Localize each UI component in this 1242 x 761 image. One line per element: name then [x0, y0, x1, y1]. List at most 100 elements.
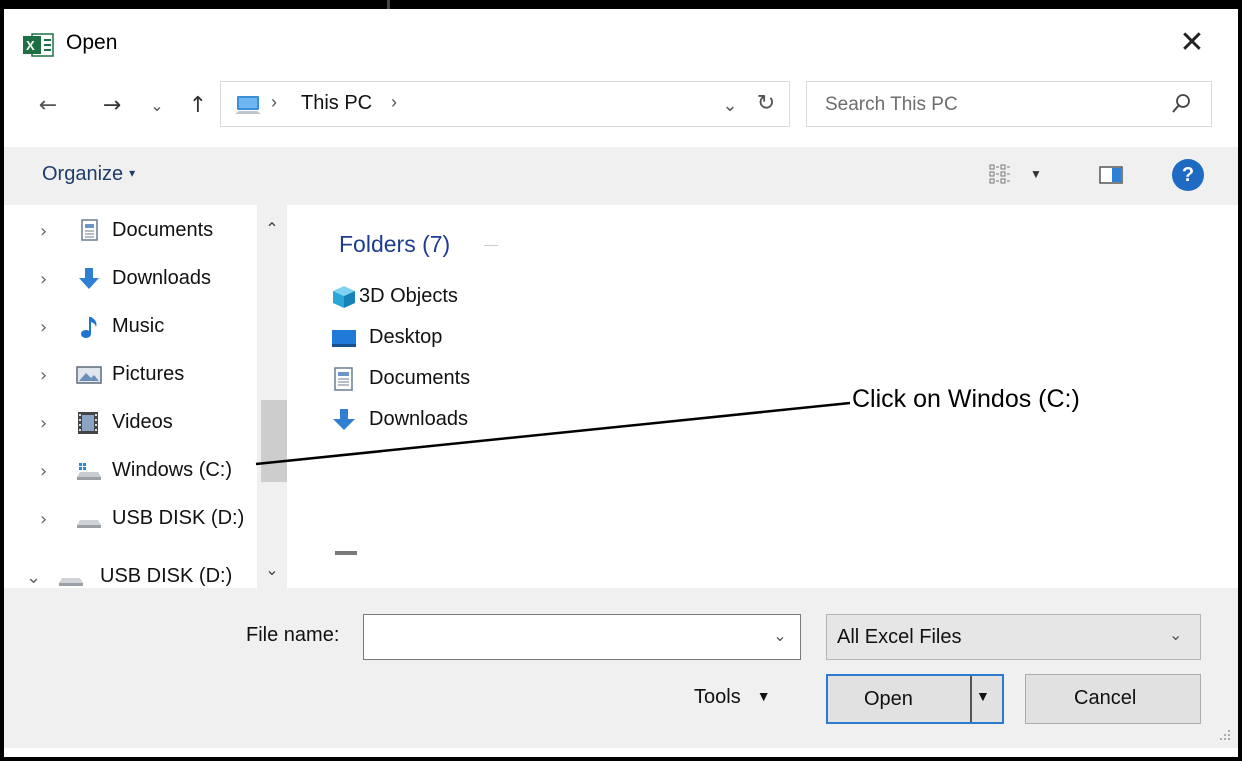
file-type-select[interactable]: All Excel Files ⌄ [826, 614, 1201, 660]
3d-objects-icon [333, 286, 355, 308]
up-button[interactable]: ↑ [183, 88, 213, 124]
forward-button[interactable]: → [97, 88, 127, 124]
breadcrumb-this-pc[interactable]: This PC [301, 92, 372, 115]
split-divider [970, 676, 972, 722]
sidebar-item-usb-disk-d[interactable]: › USB DISK (D:) [4, 499, 254, 539]
svg-text:X: X [26, 38, 35, 53]
folder-documents[interactable]: Documents [331, 363, 551, 395]
dialog-footer: File name: ⌄ All Excel Files ⌄ Tools ▼ Op… [4, 588, 1238, 748]
group-divider [484, 245, 498, 246]
sidebar-item-label: Downloads [112, 267, 211, 289]
organize-caret-icon: ▾ [129, 166, 136, 180]
tools-button[interactable]: Tools ▼ [694, 686, 771, 709]
pictures-icon [76, 366, 102, 384]
recent-locations-button[interactable]: ⌄ [142, 88, 172, 124]
annotation-label: Click on Windos (C:) [852, 385, 1080, 413]
collapse-chevron-icon[interactable]: ⌄ [26, 567, 41, 588]
sidebar-item-label: Windows (C:) [112, 459, 233, 481]
scroll-down-button[interactable]: ⌄ [257, 560, 287, 580]
organize-label: Organize [42, 163, 124, 185]
preview-pane-icon[interactable] [1099, 165, 1123, 185]
navigation-pane: › Documents › Downloads › Music › Pictur… [4, 205, 287, 588]
file-name-input[interactable] [372, 623, 756, 653]
expand-chevron-icon[interactable]: › [40, 461, 52, 482]
background-strip [387, 0, 390, 9]
address-dropdown-button[interactable]: ⌄ [719, 90, 741, 120]
usb-drive-icon [59, 578, 83, 586]
sidebar-item-pictures[interactable]: › Pictures [4, 355, 254, 395]
folder-3d-objects[interactable]: 3D Objects [331, 281, 551, 313]
file-item-label: 3D Objects [359, 285, 458, 307]
file-type-value: All Excel Files [837, 626, 962, 648]
view-dropdown-button[interactable]: ▼ [1030, 167, 1042, 181]
sidebar-item-label: Pictures [112, 363, 185, 385]
help-button[interactable]: ? [1172, 159, 1204, 191]
file-name-combobox[interactable]: ⌄ [363, 614, 801, 660]
window-title: Open [66, 31, 118, 54]
close-button[interactable]: ✕ [1170, 23, 1214, 63]
expand-chevron-icon[interactable]: › [40, 269, 52, 290]
downloads-icon [333, 409, 355, 430]
partial-folder-item [335, 551, 357, 555]
resize-grip-icon[interactable] [1216, 728, 1232, 744]
documents-icon [334, 367, 353, 391]
file-list-pane: Folders (7) 3D Objects Desktop Documents… [287, 205, 1238, 588]
sidebar-item-music[interactable]: › Music [4, 307, 254, 347]
file-name-label: File name: [246, 624, 340, 646]
expand-chevron-icon[interactable]: › [40, 509, 52, 530]
music-icon [81, 317, 97, 338]
sidebar-item-windows-c[interactable]: › Windows (C:) [4, 451, 254, 491]
expand-chevron-icon[interactable]: › [40, 365, 52, 386]
scroll-up-button[interactable]: ⌃ [257, 219, 287, 239]
tools-caret-icon: ▼ [756, 688, 771, 704]
breadcrumb-separator: › [271, 92, 277, 112]
usb-drive-icon [77, 520, 101, 528]
sidebar-item-label: Videos [112, 411, 173, 433]
expand-chevron-icon[interactable]: › [40, 413, 52, 434]
file-item-label: Downloads [369, 408, 468, 430]
sidebar-item-label: Music [112, 315, 165, 337]
videos-icon [78, 412, 98, 434]
excel-icon: X [23, 33, 54, 57]
nav-scrollbar[interactable]: ⌃ ⌄ [257, 205, 287, 588]
folder-downloads[interactable]: Downloads [331, 404, 551, 436]
sidebar-item-label: USB DISK (D:) [100, 565, 233, 587]
file-item-label: Documents [369, 367, 471, 389]
search-icon[interactable] [1169, 92, 1193, 116]
sidebar-item-downloads[interactable]: › Downloads [4, 259, 254, 299]
breadcrumb-separator-end[interactable]: › [391, 92, 397, 113]
search-input[interactable] [823, 90, 1147, 120]
search-box[interactable] [806, 81, 1212, 127]
tools-label: Tools [694, 686, 741, 708]
sidebar-item-usb-disk-d-expanded[interactable]: ⌄ USB DISK (D:) [4, 557, 240, 588]
title-bar: X Open ✕ [4, 9, 1238, 65]
drive-c-icon [77, 463, 101, 480]
sidebar-item-documents[interactable]: › Documents [4, 211, 254, 251]
desktop-icon [332, 330, 356, 347]
cancel-button-label: Cancel [1074, 687, 1137, 709]
sidebar-item-videos[interactable]: › Videos [4, 403, 254, 443]
refresh-button[interactable]: ↻ [751, 88, 781, 120]
this-pc-icon [235, 96, 261, 114]
downloads-icon [79, 268, 99, 289]
scroll-thumb[interactable] [261, 400, 287, 482]
open-options-dropdown[interactable]: ▼ [976, 688, 990, 704]
change-view-icon[interactable] [989, 163, 1011, 185]
folder-desktop[interactable]: Desktop [331, 322, 551, 354]
organize-button[interactable]: Organize ▾ [42, 163, 135, 186]
cancel-button[interactable]: Cancel [1025, 674, 1201, 724]
command-bar: Organize ▾ ▼ ? [4, 147, 1238, 205]
back-button[interactable]: ← [33, 88, 63, 124]
open-button[interactable]: Open ▼ [826, 674, 1004, 724]
address-bar[interactable]: › This PC › ⌄ ↻ [220, 81, 790, 127]
file-item-label: Desktop [369, 326, 443, 348]
chevron-down-icon[interactable]: ⌄ [1169, 625, 1182, 645]
folders-group-header[interactable]: Folders (7) [339, 231, 450, 258]
file-name-dropdown-button[interactable]: ⌄ [768, 623, 792, 651]
expand-chevron-icon[interactable]: › [40, 317, 52, 338]
expand-chevron-icon[interactable]: › [40, 221, 52, 242]
sidebar-item-label: USB DISK (D:) [112, 507, 245, 529]
documents-icon [81, 219, 98, 241]
open-button-label: Open [864, 688, 913, 710]
sidebar-item-label: Documents [112, 219, 214, 241]
